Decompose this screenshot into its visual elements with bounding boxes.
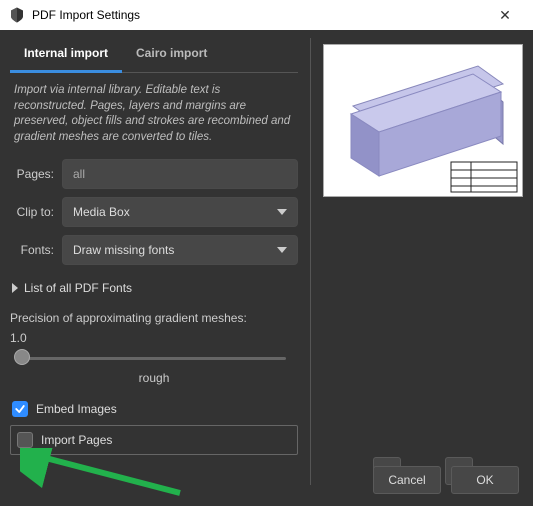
embed-images-checkbox[interactable] xyxy=(12,401,28,417)
fonts-value: Draw missing fonts xyxy=(73,243,174,257)
vertical-divider xyxy=(310,38,311,485)
pages-input[interactable]: all xyxy=(62,159,298,189)
precision-slider[interactable] xyxy=(14,347,294,369)
fonts-row: Fonts: Draw missing fonts xyxy=(10,235,298,265)
embed-images-row: Embed Images xyxy=(10,397,298,421)
chevron-down-icon xyxy=(277,247,287,253)
import-pages-checkbox[interactable] xyxy=(17,432,33,448)
close-button[interactable]: ✕ xyxy=(485,7,525,24)
titlebar: PDF Import Settings ✕ xyxy=(0,0,533,30)
pages-placeholder: all xyxy=(73,167,85,181)
fonts-select[interactable]: Draw missing fonts xyxy=(62,235,298,265)
cancel-button[interactable]: Cancel xyxy=(373,466,441,494)
pages-row: Pages: all xyxy=(10,159,298,189)
slider-thumb[interactable] xyxy=(14,349,30,365)
clip-row: Clip to: Media Box xyxy=(10,197,298,227)
window-title: PDF Import Settings xyxy=(32,8,485,22)
precision-tick-label: rough xyxy=(10,371,298,385)
fonts-label: Fonts: xyxy=(10,243,62,257)
check-icon xyxy=(14,403,26,415)
tab-internal-import[interactable]: Internal import xyxy=(10,38,122,73)
import-description: Import via internal library. Editable te… xyxy=(10,73,298,159)
pages-label: Pages: xyxy=(10,167,62,181)
tabs: Internal import Cairo import xyxy=(10,38,298,73)
clip-value: Media Box xyxy=(73,205,130,219)
app-icon xyxy=(8,6,26,24)
preview-panel: 1 / 1 xyxy=(323,38,523,485)
list-fonts-label: List of all PDF Fonts xyxy=(24,281,132,295)
import-pages-box: Import Pages xyxy=(10,425,298,455)
import-pages-label: Import Pages xyxy=(41,433,112,447)
dialog-footer: Cancel OK xyxy=(373,466,519,494)
clip-select[interactable]: Media Box xyxy=(62,197,298,227)
clip-label: Clip to: xyxy=(10,205,62,219)
settings-panel: Internal import Cairo import Import via … xyxy=(10,38,298,485)
embed-images-label: Embed Images xyxy=(36,402,117,416)
tab-cairo-import[interactable]: Cairo import xyxy=(122,38,221,72)
list-fonts-expander[interactable]: List of all PDF Fonts xyxy=(10,273,298,309)
precision-label: Precision of approximating gradient mesh… xyxy=(10,309,298,331)
ok-button[interactable]: OK xyxy=(451,466,519,494)
triangle-right-icon xyxy=(12,283,18,293)
preview-drawing-overlay xyxy=(323,44,523,197)
slider-track xyxy=(22,357,286,360)
chevron-down-icon xyxy=(277,209,287,215)
pdf-preview xyxy=(323,44,523,197)
precision-value: 1.0 xyxy=(10,331,298,347)
